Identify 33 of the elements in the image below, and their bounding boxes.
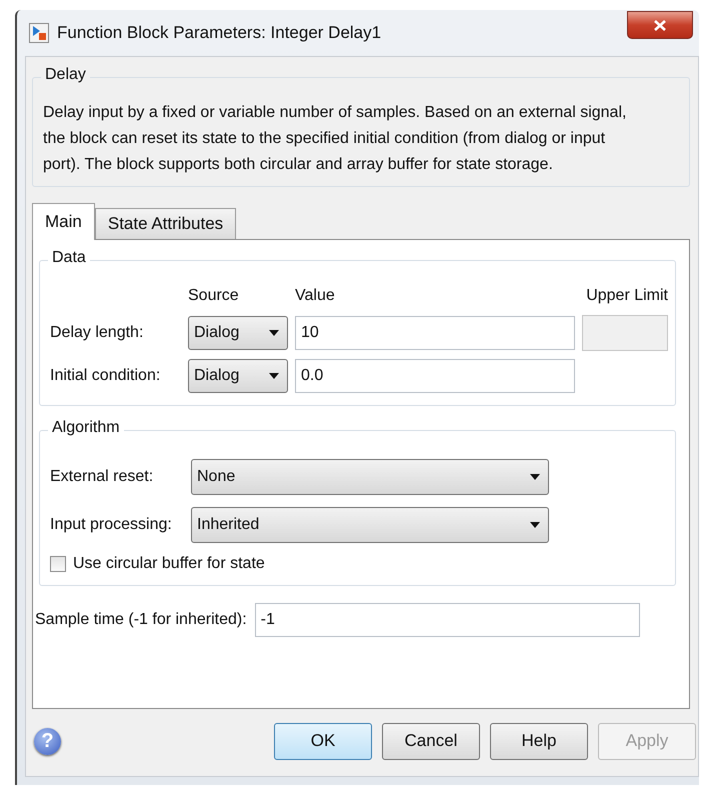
field-label: External reset: <box>50 468 154 486</box>
dropdown[interactable]: Dialog <box>188 359 288 393</box>
column-header: Upper Limit <box>586 287 668 305</box>
input-field[interactable]: 0.0 <box>295 359 575 393</box>
caret-icon <box>269 330 279 336</box>
dialog-button[interactable]: Help <box>490 722 588 760</box>
checkbox[interactable] <box>50 556 66 572</box>
field-label: Sample time (-1 for inherited): <box>35 611 247 629</box>
field-label: Delay length: <box>50 324 144 342</box>
input-field[interactable]: -1 <box>254 603 640 637</box>
caret-icon <box>269 373 279 379</box>
description-text: Delay input by a fixed or variable number of samples. Based on an external signal, the block can reset its state to the specified initial condition (from dialog or input port). The block supports both circular and array buffer for state storage. <box>43 103 628 175</box>
close-icon <box>654 20 666 30</box>
field-label: Initial condition: <box>50 367 162 385</box>
dialog-button[interactable]: Cancel <box>382 722 480 760</box>
group-title: Algorithm <box>48 419 124 437</box>
close-button[interactable] <box>627 11 693 39</box>
dropdown[interactable]: None <box>191 459 549 495</box>
column-header: Value <box>295 287 336 305</box>
column-header: Source <box>188 287 240 305</box>
dialog-button[interactable]: OK <box>274 722 372 760</box>
dropdown[interactable]: Inherited <box>191 507 549 543</box>
checkbox-label: Use circular buffer for state <box>73 555 265 573</box>
input-field[interactable]: 10 <box>295 316 575 350</box>
tab[interactable]: State Attributes <box>94 208 236 239</box>
caret-icon <box>530 522 540 528</box>
dropdown[interactable]: Dialog <box>188 316 288 350</box>
window-title: Function Block Parameters: Integer Delay1 <box>57 23 382 43</box>
group-title: Delay <box>41 66 90 84</box>
field-label: Input processing: <box>50 516 173 534</box>
block-icon <box>29 23 49 43</box>
tab[interactable]: Main <box>32 203 95 240</box>
caret-icon <box>530 474 540 480</box>
